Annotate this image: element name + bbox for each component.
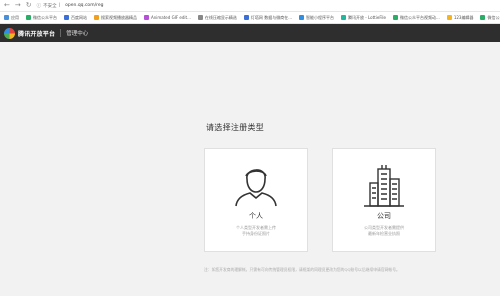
bookmark-favicon-icon	[480, 15, 486, 20]
company-type-desc: 公司类型开发者需提供 最新年检营业执照	[364, 225, 404, 237]
bookmarks-bar: 应用 微信公众平台 百度网站 搜索视频播放器精品 Animated GIF edit..…	[0, 12, 500, 24]
reload-icon[interactable]: ↻	[26, 2, 32, 9]
bookmark-favicon-icon	[94, 15, 99, 20]
bookmark-label: 百度网站	[71, 14, 87, 20]
bookmark-favicon-icon	[393, 15, 399, 20]
info-icon: ⓘ	[36, 3, 42, 9]
bookmark-item[interactable]: 百度网站	[64, 15, 87, 21]
bookmark-label: 搜索视频播放器精品	[101, 14, 137, 20]
address-bar: ← → ↻ ⓘ 不安全 | open.qq.com/reg	[0, 0, 500, 12]
bookmark-label: 灯塔网 数据与微商在...	[250, 14, 293, 20]
personal-type-desc: 个人类型开发者需上传 手持身份证照片	[236, 225, 276, 237]
personal-type-card[interactable]: 个人 个人类型开发者需上传 手持身份证照片	[204, 148, 308, 252]
main-content: 请选择注册类型 个人 个人类型开发者需上传 手持身份证照片 公司 公司类型开发者…	[0, 42, 500, 296]
bookmark-favicon-icon	[144, 15, 149, 20]
personal-type-label: 个人	[249, 212, 263, 220]
forward-arrow-icon[interactable]: →	[15, 2, 21, 9]
tencent-open-logo-icon[interactable]	[4, 27, 15, 39]
bookmark-item[interactable]: 微信公众平台	[26, 15, 57, 21]
page-title: 请选择注册类型	[206, 123, 265, 132]
header-divider	[60, 29, 62, 37]
bookmark-item[interactable]: 微信公众平台视频动...	[393, 15, 440, 21]
bookmark-label: 微信公众平台	[33, 14, 57, 20]
back-arrow-icon[interactable]: ←	[4, 2, 10, 9]
bookmark-favicon-icon	[243, 15, 249, 20]
company-type-label: 公司	[377, 212, 391, 220]
bookmark-item[interactable]: 智能小程序平台	[299, 15, 334, 21]
bookmark-favicon-icon	[26, 15, 31, 20]
bookmark-label: 应用	[11, 14, 19, 20]
bookmark-item[interactable]: 腾讯开放 - LottieFile	[341, 15, 386, 21]
bookmark-favicon-icon	[64, 15, 69, 20]
url-field[interactable]: open.qq.com/reg	[65, 3, 103, 8]
bookmark-favicon-icon	[446, 15, 452, 20]
management-center-link[interactable]: 管理中心	[66, 29, 88, 37]
bookmark-item[interactable]: 微信公众	[480, 15, 500, 21]
bookmark-item[interactable]: 灯塔网 数据与微商在...	[243, 14, 293, 21]
bookmark-favicon-icon	[197, 15, 203, 20]
bookmark-label: 微信公众平台视频动...	[400, 14, 440, 20]
company-desc-line2: 最新年检营业执照	[368, 231, 400, 236]
person-icon	[235, 169, 277, 207]
bookmark-item[interactable]: 在线压缩显示精选	[197, 14, 237, 21]
security-indicator[interactable]: ⓘ 不安全 |	[37, 3, 61, 9]
site-logo-text[interactable]: 腾讯开放平台	[18, 29, 55, 38]
security-label: 不安全	[43, 3, 57, 9]
bookmark-item[interactable]: 应用	[4, 15, 19, 21]
bookmark-favicon-icon	[299, 15, 305, 20]
bookmark-favicon-icon	[4, 15, 9, 20]
bookmark-label: Animated GIF edit...	[151, 15, 191, 20]
bookmark-favicon-icon	[341, 15, 347, 20]
bookmark-label: 智能小程序平台	[306, 14, 335, 20]
site-header: 腾讯开放平台 管理中心	[0, 24, 500, 42]
registration-note: 注：如您开发商的理解帐，只需有可向传统管理员权限，请框架的同理员更改为您的QQ账…	[204, 267, 400, 272]
personal-desc-line2: 手持身份证照片	[242, 231, 270, 236]
bookmark-item[interactable]: Animated GIF edit...	[144, 15, 191, 20]
bookmark-item[interactable]: 123编辑器	[446, 14, 474, 21]
bookmark-label: 微信公众	[487, 14, 500, 20]
bookmark-label: 在线压缩显示精选	[204, 14, 237, 20]
bookmark-item[interactable]: 搜索视频播放器精品	[94, 15, 137, 21]
bookmark-label: 123编辑器	[453, 14, 474, 20]
company-type-card[interactable]: 公司 公司类型开发者需提供 最新年检营业执照	[332, 148, 436, 252]
building-icon	[364, 165, 404, 207]
bookmark-label: 腾讯开放 - LottieFile	[348, 14, 387, 20]
